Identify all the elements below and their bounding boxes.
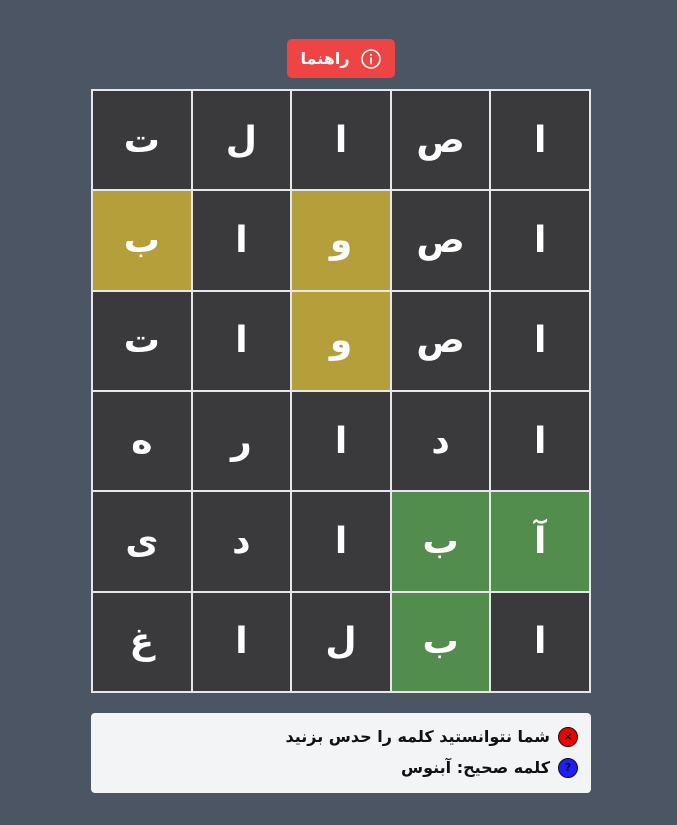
grid-cell: ت — [93, 291, 191, 390]
grid-cell: ل — [292, 592, 390, 691]
grid-cell: ر — [192, 392, 291, 491]
grid-cell: ه — [93, 392, 191, 491]
grid-cell: ا — [192, 291, 291, 390]
help-button[interactable]: راهنما — [287, 39, 395, 78]
grid-cell: آ — [491, 492, 589, 591]
grid-cell: ت — [93, 91, 191, 190]
info-icon — [360, 48, 382, 70]
grid-cell: ا — [292, 392, 390, 491]
grid-cell: ص — [391, 191, 490, 290]
answer-message: ? کلمه صحیح: آبنوس — [104, 755, 578, 780]
grid-cell: ا — [192, 592, 291, 691]
grid-cell: د — [391, 392, 490, 491]
grid-cell: د — [192, 492, 291, 591]
grid-cell: ب — [93, 191, 191, 290]
grid-cell: ا — [491, 592, 589, 691]
grid-cell: ا — [491, 91, 589, 190]
x-circle-icon: × — [558, 726, 578, 747]
grid-cell: ی — [93, 492, 191, 591]
grid-cell: ل — [192, 91, 291, 190]
grid-cell: ص — [391, 291, 490, 390]
grid-cell: ا — [491, 291, 589, 390]
question-circle-icon: ? — [558, 757, 578, 778]
answer-message-text: کلمه صحیح: آبنوس — [401, 758, 550, 777]
help-button-label: راهنما — [300, 49, 350, 68]
grid-cell: ا — [491, 392, 589, 491]
result-message-box: × شما نتوانستید کلمه را حدس بزنید ? کلمه… — [91, 713, 591, 793]
grid-cell: ا — [491, 191, 589, 290]
grid-cell: و — [292, 291, 390, 390]
grid-cell: ب — [391, 592, 490, 691]
fail-message-text: شما نتوانستید کلمه را حدس بزنید — [285, 727, 550, 746]
grid-cell: ا — [292, 91, 390, 190]
grid-cell: ا — [292, 492, 390, 591]
grid-cell: ب — [391, 492, 490, 591]
grid-cell: ص — [391, 91, 490, 190]
grid-cell: ا — [192, 191, 291, 290]
fail-message: × شما نتوانستید کلمه را حدس بزنید — [104, 724, 578, 749]
grid-cell: و — [292, 191, 390, 290]
guess-grid: اصالتاصواباصواتادارهآبادیابلاغ — [91, 89, 591, 693]
grid-cell: غ — [93, 592, 191, 691]
